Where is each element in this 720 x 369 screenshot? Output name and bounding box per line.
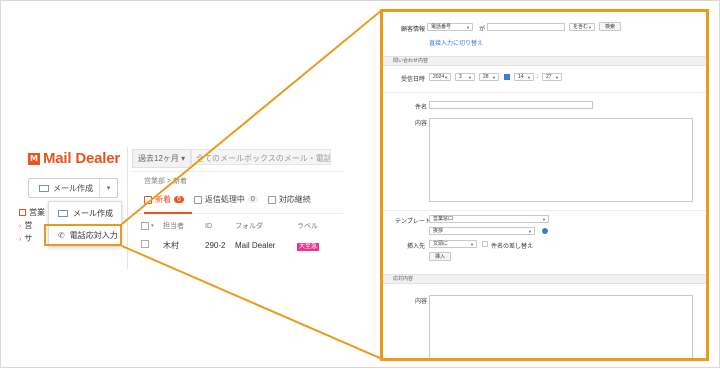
- select-value: 挨拶: [433, 228, 444, 234]
- customer-op: が: [479, 27, 486, 33]
- zoomed-form-panel: 顧客情報 電話番号 ▼ が を含む ▼ 検索 直接入力に切り替え 問い合わせ内容 受…: [380, 9, 709, 361]
- content-textarea[interactable]: [429, 118, 693, 202]
- inquiry-section-header: 問い合わせ内容: [383, 56, 706, 66]
- replace-subject-checkbox[interactable]: [482, 241, 488, 247]
- select-value: 営業窓口: [433, 216, 454, 222]
- select-value: 電話番号: [431, 24, 452, 30]
- select-value: 文頭に: [433, 241, 449, 247]
- select-value: 28: [483, 74, 489, 80]
- replace-subject-label: 件名の差し替え: [491, 244, 534, 250]
- year-select[interactable]: 2024 ▼: [429, 73, 451, 81]
- chevron-down-icon: ▼: [542, 217, 546, 222]
- row-divider: [383, 210, 706, 211]
- row-divider: [383, 92, 706, 93]
- content-label: 内容: [415, 121, 428, 127]
- template-select[interactable]: 営業窓口 ▼: [429, 215, 549, 223]
- hour-select[interactable]: 14 ▼: [514, 73, 534, 81]
- customer-field-select[interactable]: 電話番号 ▼: [427, 23, 473, 31]
- chevron-down-icon: ▼: [466, 25, 470, 30]
- chevron-down-icon: ▼: [470, 242, 474, 247]
- received-label: 受信日時: [401, 77, 426, 83]
- insert-button[interactable]: 挿入: [429, 252, 451, 261]
- response-content-textarea[interactable]: [429, 295, 693, 358]
- chevron-down-icon: ▼: [492, 75, 496, 80]
- select-value: 27: [546, 74, 552, 80]
- response-content-label: 内容: [415, 299, 428, 305]
- select-value: 14: [518, 74, 524, 80]
- chevron-down-icon: ▼: [528, 229, 532, 234]
- chevron-down-icon: ▼: [555, 75, 559, 80]
- insert-label: 挿入先: [407, 244, 426, 250]
- select-value: 2024: [433, 74, 445, 80]
- screenshot-frame: M Mail Dealer 過去12ヶ月 ▾ 全てのメールボックスのメール・電話…: [0, 0, 720, 368]
- template-radio[interactable]: [542, 228, 548, 234]
- template-label: テンプレート: [395, 219, 431, 225]
- day-select[interactable]: 28 ▼: [479, 73, 499, 81]
- chevron-down-icon: ▼: [527, 75, 531, 80]
- chevron-down-icon: ▼: [444, 75, 448, 80]
- subject-input[interactable]: [429, 101, 593, 109]
- match-select[interactable]: を含む ▼: [569, 23, 595, 31]
- callout-line-bottom: [121, 245, 383, 360]
- callout-line-top: [121, 9, 383, 225]
- calendar-icon[interactable]: [504, 74, 510, 80]
- chevron-down-icon: ▼: [468, 75, 472, 80]
- response-section-header: 応対内容: [383, 274, 706, 284]
- time-separator: :: [537, 74, 539, 80]
- customer-value-input[interactable]: [487, 23, 565, 31]
- search-button[interactable]: 検索: [599, 22, 621, 31]
- subject-label: 件名: [415, 105, 428, 111]
- select-value: を含む: [573, 24, 589, 30]
- chevron-down-icon: ▼: [588, 25, 592, 30]
- switch-input-link[interactable]: 直接入力に切り替え: [429, 38, 483, 47]
- select-value: 3: [459, 74, 462, 80]
- insert-position-select[interactable]: 文頭に ▼: [429, 240, 477, 248]
- minute-select[interactable]: 27 ▼: [542, 73, 562, 81]
- customer-label: 顧客情報: [401, 27, 426, 33]
- template-sub-select[interactable]: 挨拶 ▼: [429, 227, 535, 235]
- month-select[interactable]: 3 ▼: [455, 73, 475, 81]
